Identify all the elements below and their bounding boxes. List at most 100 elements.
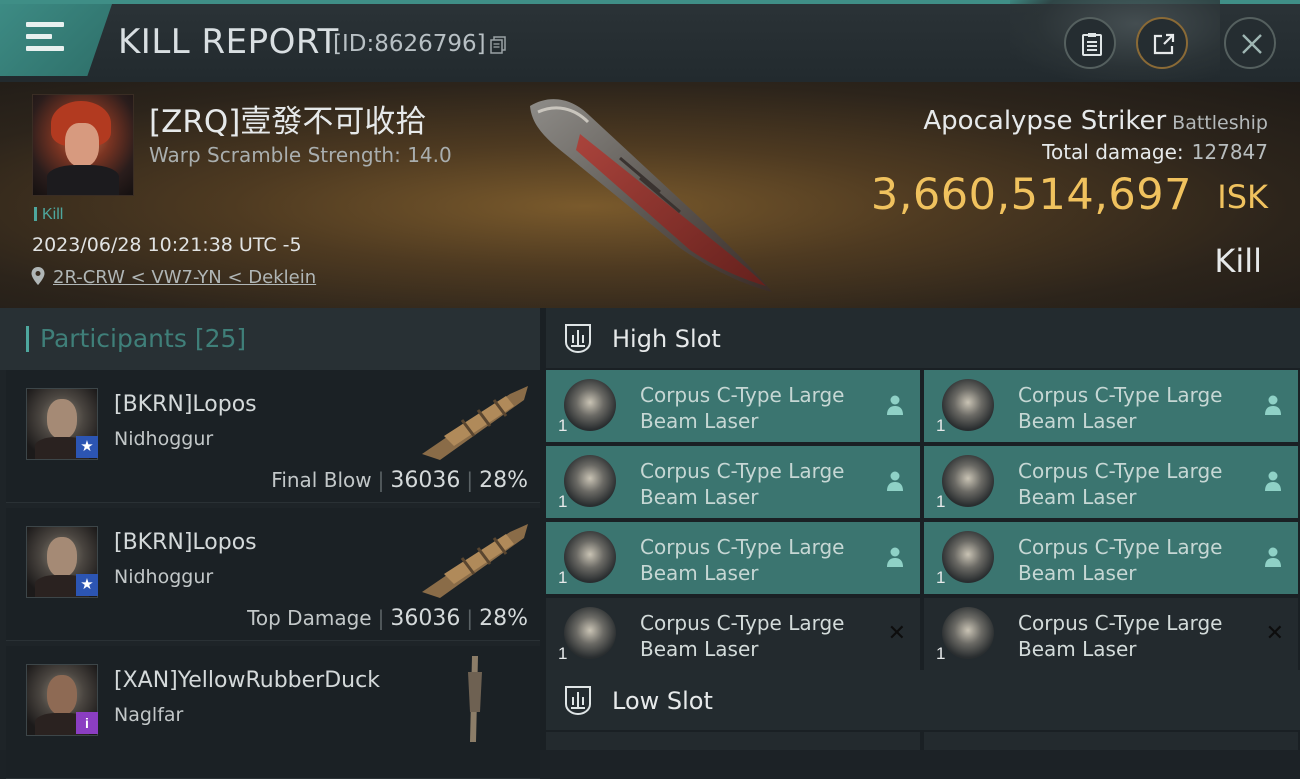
participant-ship-render (422, 524, 528, 598)
ship-class: Battleship (1172, 112, 1268, 134)
location-pin-icon (31, 267, 45, 285)
menu-icon[interactable] (26, 22, 64, 56)
participant-ship: Nidhoggur (114, 566, 214, 588)
copy-icon[interactable] (490, 36, 506, 54)
info-badge-icon: i (76, 712, 98, 734)
module-slot[interactable]: 1 Corpus C-Type Large Beam Laser (924, 522, 1298, 594)
module-name: Corpus C-Type Large Beam Laser (640, 459, 845, 509)
module-quantity: 1 (558, 568, 568, 587)
module-slot[interactable]: 1 Corpus C-Type Large Beam Laser ✕ (546, 598, 920, 670)
module-slot[interactable]: 1 Corpus C-Type Large Beam Laser ✕ (924, 598, 1298, 670)
isk-value: 3,660,514,697 (870, 170, 1192, 220)
beam-laser-icon (942, 607, 994, 659)
ship-name-text: Apocalypse Striker (923, 106, 1167, 136)
clipboard-icon (1082, 33, 1102, 56)
module-name: Corpus C-Type Large Beam Laser (640, 383, 845, 433)
module-quantity: 1 (558, 416, 568, 435)
participant-row[interactable]: i [XAN]YellowRubberDuck Naglfar (6, 646, 540, 779)
page-title: KILL REPORT (118, 22, 339, 62)
high-slot-header[interactable]: High Slot (546, 308, 1300, 368)
x-icon: ✕ (1265, 620, 1284, 645)
beam-laser-icon (942, 379, 994, 431)
star-badge-icon: ★ (76, 436, 98, 458)
total-damage-label: Total damage: (1042, 140, 1184, 164)
isk-unit: ISK (1217, 178, 1268, 216)
victim-panel: [ZRQ]壹發不可收拾 Warp Scramble Strength: 14.0… (0, 82, 1300, 308)
module-slot[interactable]: 1 Corpus C-Type Large Beam Laser (546, 446, 920, 518)
module-slot-partial[interactable] (924, 732, 1298, 750)
module-name: Corpus C-Type Large Beam Laser (1018, 535, 1223, 585)
top-bar: KILL REPORT [ID:8626796] (0, 0, 1300, 82)
participant-ship: Nidhoggur (114, 428, 214, 450)
total-damage-value: 127847 (1191, 140, 1268, 164)
low-slot-title: Low Slot (612, 687, 713, 715)
participant-ship-render (422, 386, 528, 460)
kill-datetime: 2023/06/28 10:21:38 UTC -5 (32, 234, 302, 256)
participant-stats: Final Blow | 36036 | 28% (271, 468, 528, 493)
participant-stats: Top Damage | 36036 | 28% (247, 606, 528, 631)
person-icon (887, 471, 903, 491)
beam-laser-icon (564, 531, 616, 583)
kill-status: Kill (1214, 242, 1262, 280)
participant-percent: 28% (479, 468, 528, 493)
participant-row[interactable]: ★ [BKRN]Lopos Nidhoggur Top Damage | 36036… (6, 508, 540, 641)
high-slot-title: High Slot (612, 325, 721, 353)
participant-row[interactable]: ★ [BKRN]Lopos Nidhoggur Final Blow | 36036… (6, 370, 540, 503)
participant-damage: 36036 (390, 468, 461, 493)
person-icon (887, 395, 903, 415)
beam-laser-icon (564, 607, 616, 659)
warp-scramble-strength: Warp Scramble Strength: 14.0 (149, 143, 452, 167)
victim-name[interactable]: [ZRQ]壹發不可收拾 (149, 96, 426, 141)
module-quantity: 1 (558, 492, 568, 511)
participant-role: Final Blow (271, 468, 372, 492)
low-slot-header[interactable]: Low Slot (546, 670, 1300, 730)
participant-name[interactable]: [XAN]YellowRubberDuck (114, 668, 380, 693)
module-slot[interactable]: 1 Corpus C-Type Large Beam Laser (924, 446, 1298, 518)
person-icon (1265, 395, 1281, 415)
share-icon (1153, 33, 1175, 55)
module-quantity: 1 (936, 644, 946, 663)
module-quantity: 1 (936, 492, 946, 511)
share-button[interactable] (1136, 17, 1188, 69)
beam-laser-icon (942, 531, 994, 583)
participant-role: Top Damage (247, 606, 372, 630)
participants-panel: Participants [25] ★ [BKRN]Lopos Nidhoggu… (0, 308, 540, 779)
high-slot-icon (565, 324, 591, 354)
report-id: [ID:8626796] (333, 31, 486, 57)
participants-title: Participants [25] (40, 324, 247, 353)
victim-ship-name[interactable]: Apocalypse Striker Battleship (923, 106, 1268, 136)
person-icon (1265, 471, 1281, 491)
clipboard-button[interactable] (1064, 17, 1116, 69)
beam-laser-icon (564, 455, 616, 507)
fitting-panel: High Slot 1 Corpus C-Type Large Beam Lase… (540, 308, 1300, 750)
beam-laser-icon (942, 455, 994, 507)
module-slot-partial[interactable] (546, 732, 920, 750)
star-badge-icon: ★ (76, 574, 98, 596)
module-name: Corpus C-Type Large Beam Laser (1018, 459, 1223, 509)
module-name: Corpus C-Type Large Beam Laser (640, 535, 845, 585)
participant-name[interactable]: [BKRN]Lopos (114, 392, 257, 417)
kill-tag: Kill (34, 206, 63, 224)
participant-damage: 36036 (390, 606, 461, 631)
module-quantity: 1 (936, 568, 946, 587)
close-button[interactable] (1224, 17, 1276, 69)
module-quantity: 1 (936, 416, 946, 435)
participant-ship: Naglfar (114, 704, 184, 726)
low-slot-icon (565, 686, 591, 716)
close-icon (1242, 34, 1262, 54)
participant-percent: 28% (479, 606, 528, 631)
module-name: Corpus C-Type Large Beam Laser (640, 611, 845, 661)
total-damage: Total damage: 127847 (1042, 140, 1268, 164)
person-icon (1265, 547, 1281, 567)
location-link[interactable]: 2R-CRW < VW7-YN < Deklein (53, 267, 316, 288)
beam-laser-icon (564, 379, 616, 431)
module-slot[interactable]: 1 Corpus C-Type Large Beam Laser (924, 370, 1298, 442)
x-icon: ✕ (887, 620, 906, 645)
participant-ship-render (468, 656, 482, 742)
module-name: Corpus C-Type Large Beam Laser (1018, 611, 1223, 661)
module-slot[interactable]: 1 Corpus C-Type Large Beam Laser (546, 370, 920, 442)
person-icon (887, 547, 903, 567)
module-slot[interactable]: 1 Corpus C-Type Large Beam Laser (546, 522, 920, 594)
victim-portrait[interactable] (32, 94, 134, 196)
participant-name[interactable]: [BKRN]Lopos (114, 530, 257, 555)
